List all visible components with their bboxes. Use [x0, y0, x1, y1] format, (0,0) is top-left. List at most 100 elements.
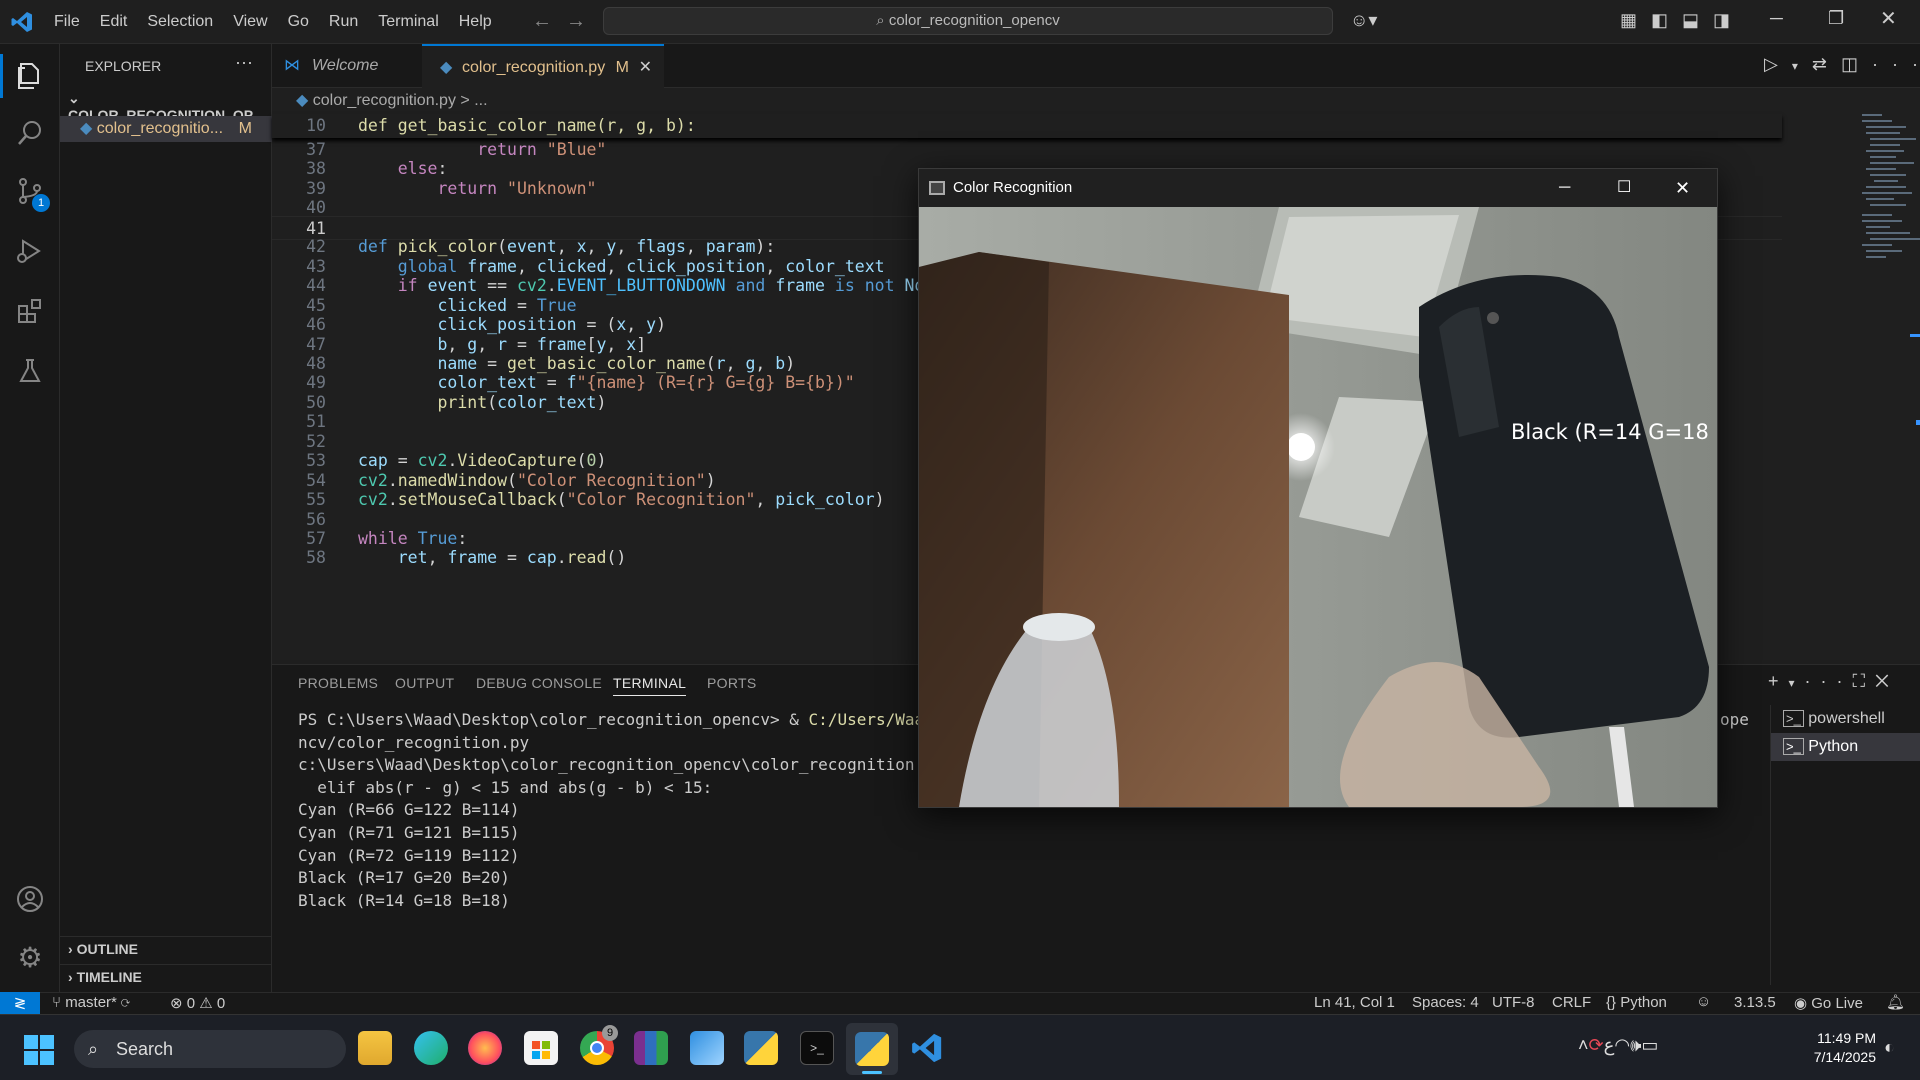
copilot-icon[interactable]: ☺▾: [1350, 10, 1377, 31]
firefox-icon[interactable]: [468, 1031, 502, 1065]
cursor-position[interactable]: Ln 41, Col 1: [1314, 994, 1395, 1011]
customize-layout-icon[interactable]: ▦: [1620, 10, 1651, 30]
chevron-down-icon[interactable]: ▾: [1792, 59, 1812, 73]
terminal-item-python[interactable]: >_ Python: [1771, 733, 1920, 761]
color-overlay-label: Black (R=14 G=18 B: [1511, 420, 1717, 444]
battery-icon[interactable]: ▭: [1641, 1035, 1658, 1055]
tab-ports[interactable]: PORTS: [707, 675, 756, 691]
copilot-status-icon[interactable]: ☺: [1696, 993, 1711, 1010]
breadcrumb-symbol[interactable]: ...: [474, 92, 487, 109]
camera-frame[interactable]: Black (R=14 G=18 B: [919, 207, 1717, 807]
maximize-panel-icon[interactable]: ⛶: [1853, 671, 1876, 691]
toggle-sidebar-icon[interactable]: ◧: [1651, 10, 1682, 30]
wifi-icon[interactable]: ◠: [1614, 1035, 1630, 1055]
new-terminal-icon[interactable]: +: [1768, 671, 1789, 691]
cv-minimize-icon[interactable]: ─: [1559, 169, 1570, 207]
chevron-up-icon[interactable]: ˄: [1578, 1035, 1589, 1055]
outline-section[interactable]: › OUTLINE: [60, 936, 272, 962]
close-panel-icon[interactable]: ✕: [1875, 671, 1899, 691]
command-center-search[interactable]: ⌕ color_recognition_opencv: [603, 7, 1333, 35]
split-editor-icon[interactable]: ◫: [1841, 54, 1872, 74]
settings-gear-icon[interactable]: ⚙: [14, 942, 46, 974]
toggle-panel-icon[interactable]: ⬓: [1682, 10, 1713, 30]
terminal-item-powershell[interactable]: >_ powershell: [1771, 705, 1920, 733]
clock[interactable]: 11:49 PM 7/14/2025: [1800, 1029, 1876, 1067]
search-view-icon[interactable]: [14, 118, 46, 150]
source-control-icon[interactable]: 1: [14, 176, 50, 212]
language-indicator[interactable]: ع: [1604, 1035, 1615, 1055]
more-actions-icon[interactable]: ···: [1872, 54, 1920, 74]
cv-window-titlebar[interactable]: Color Recognition ─ ☐ ✕: [919, 169, 1717, 207]
python-file-icon: ◆: [296, 92, 313, 109]
windows-start-icon[interactable]: [24, 1035, 54, 1065]
minimap[interactable]: [1782, 110, 1920, 630]
timeline-section[interactable]: › TIMELINE: [60, 964, 272, 990]
run-file-icon[interactable]: ▷: [1764, 54, 1792, 74]
menu-terminal[interactable]: Terminal: [368, 0, 448, 44]
restore-icon[interactable]: ❐: [1828, 8, 1844, 29]
close-icon[interactable]: ✕: [1880, 6, 1897, 31]
compare-changes-icon[interactable]: ⇄: [1812, 54, 1841, 74]
accounts-icon[interactable]: [14, 884, 46, 916]
chevron-down-icon[interactable]: ▾: [1789, 676, 1805, 690]
photos-icon[interactable]: [690, 1031, 724, 1065]
python-installer-icon[interactable]: [744, 1031, 778, 1065]
menu-view[interactable]: View: [223, 0, 277, 44]
folder-header[interactable]: ⌄ COLOR_RECOGNITION_OP...: [60, 90, 272, 123]
taskbar-search[interactable]: ⌕ Search: [74, 1030, 346, 1068]
notifications-bell-icon[interactable]: 🔔︎: [1886, 993, 1905, 1011]
language-mode[interactable]: {} Python: [1606, 994, 1667, 1011]
line-ending[interactable]: CRLF: [1552, 994, 1591, 1011]
breadcrumb-file[interactable]: color_recognition.py: [313, 92, 456, 109]
vertical-scrollbar[interactable]: [1906, 110, 1920, 630]
notification-center-icon[interactable]: ◐: [1884, 1037, 1895, 1058]
git-branch[interactable]: ⑂ master* ⟳: [52, 994, 130, 1011]
menu-selection[interactable]: Selection: [137, 0, 223, 44]
menu-go[interactable]: Go: [278, 0, 319, 44]
menu-edit[interactable]: Edit: [90, 0, 138, 44]
menu-file[interactable]: File: [44, 0, 90, 44]
forward-arrow-icon[interactable]: →: [566, 10, 586, 33]
indentation[interactable]: Spaces: 4: [1412, 994, 1479, 1011]
extensions-icon[interactable]: [14, 296, 46, 328]
sync-tray-icon[interactable]: ⟳: [1589, 1035, 1604, 1055]
toggle-secondary-sidebar-icon[interactable]: ◨: [1713, 10, 1744, 30]
terminal-app-icon[interactable]: >_: [800, 1031, 834, 1065]
chrome-icon[interactable]: 9: [580, 1025, 618, 1065]
explorer-icon[interactable]: [14, 60, 46, 92]
cv-close-icon[interactable]: ✕: [1675, 169, 1690, 207]
menu-help[interactable]: Help: [449, 0, 502, 44]
terminal-line: c:\Users\Waad\Desktop\color_recognition_…: [298, 755, 963, 775]
more-actions-icon[interactable]: ···: [1805, 671, 1853, 691]
tab-terminal[interactable]: TERMINAL: [613, 675, 687, 696]
microsoft-store-icon[interactable]: [524, 1031, 558, 1065]
sticky-scroll[interactable]: 10 def get_basic_color_name(r, g, b):: [272, 114, 1782, 138]
color-recognition-window: Color Recognition ─ ☐ ✕ Black (R=14 G=18…: [918, 168, 1718, 808]
menu-run[interactable]: Run: [319, 0, 368, 44]
tab-welcome[interactable]: ⋈ Welcome: [272, 44, 422, 88]
timeline-label: TIMELINE: [76, 969, 142, 985]
testing-icon[interactable]: [14, 356, 46, 388]
run-debug-icon[interactable]: [14, 236, 46, 268]
edge-icon[interactable]: [414, 1031, 448, 1065]
cv-maximize-icon[interactable]: ☐: [1617, 169, 1631, 207]
tab-close-icon[interactable]: ✕: [639, 46, 652, 90]
python-version[interactable]: 3.13.5: [1734, 994, 1776, 1011]
python-app-active[interactable]: [846, 1023, 898, 1075]
go-live[interactable]: ◉ Go Live: [1794, 994, 1863, 1012]
vscode-taskbar-icon[interactable]: [910, 1031, 944, 1065]
more-actions-icon[interactable]: ···: [235, 52, 253, 73]
file-explorer-icon[interactable]: [358, 1031, 392, 1065]
tab-output[interactable]: OUTPUT: [395, 675, 454, 691]
file-item[interactable]: ◆ color_recognitio... M: [60, 116, 272, 142]
minimize-icon[interactable]: ─: [1770, 8, 1783, 29]
tab-debug-console[interactable]: DEBUG CONSOLE: [476, 675, 602, 691]
encoding[interactable]: UTF-8: [1492, 994, 1535, 1011]
tab-problems[interactable]: PROBLEMS: [298, 675, 378, 691]
winrar-icon[interactable]: [634, 1031, 668, 1065]
back-arrow-icon[interactable]: ←: [532, 10, 552, 33]
remote-indicator[interactable]: ≷: [0, 992, 40, 1015]
volume-icon[interactable]: 🕪︎: [1630, 1035, 1641, 1055]
problems-status[interactable]: ⊗ 0 ⚠ 0: [170, 994, 225, 1012]
tab-color-recognition[interactable]: ◆ color_recognition.py M ✕: [422, 44, 664, 88]
